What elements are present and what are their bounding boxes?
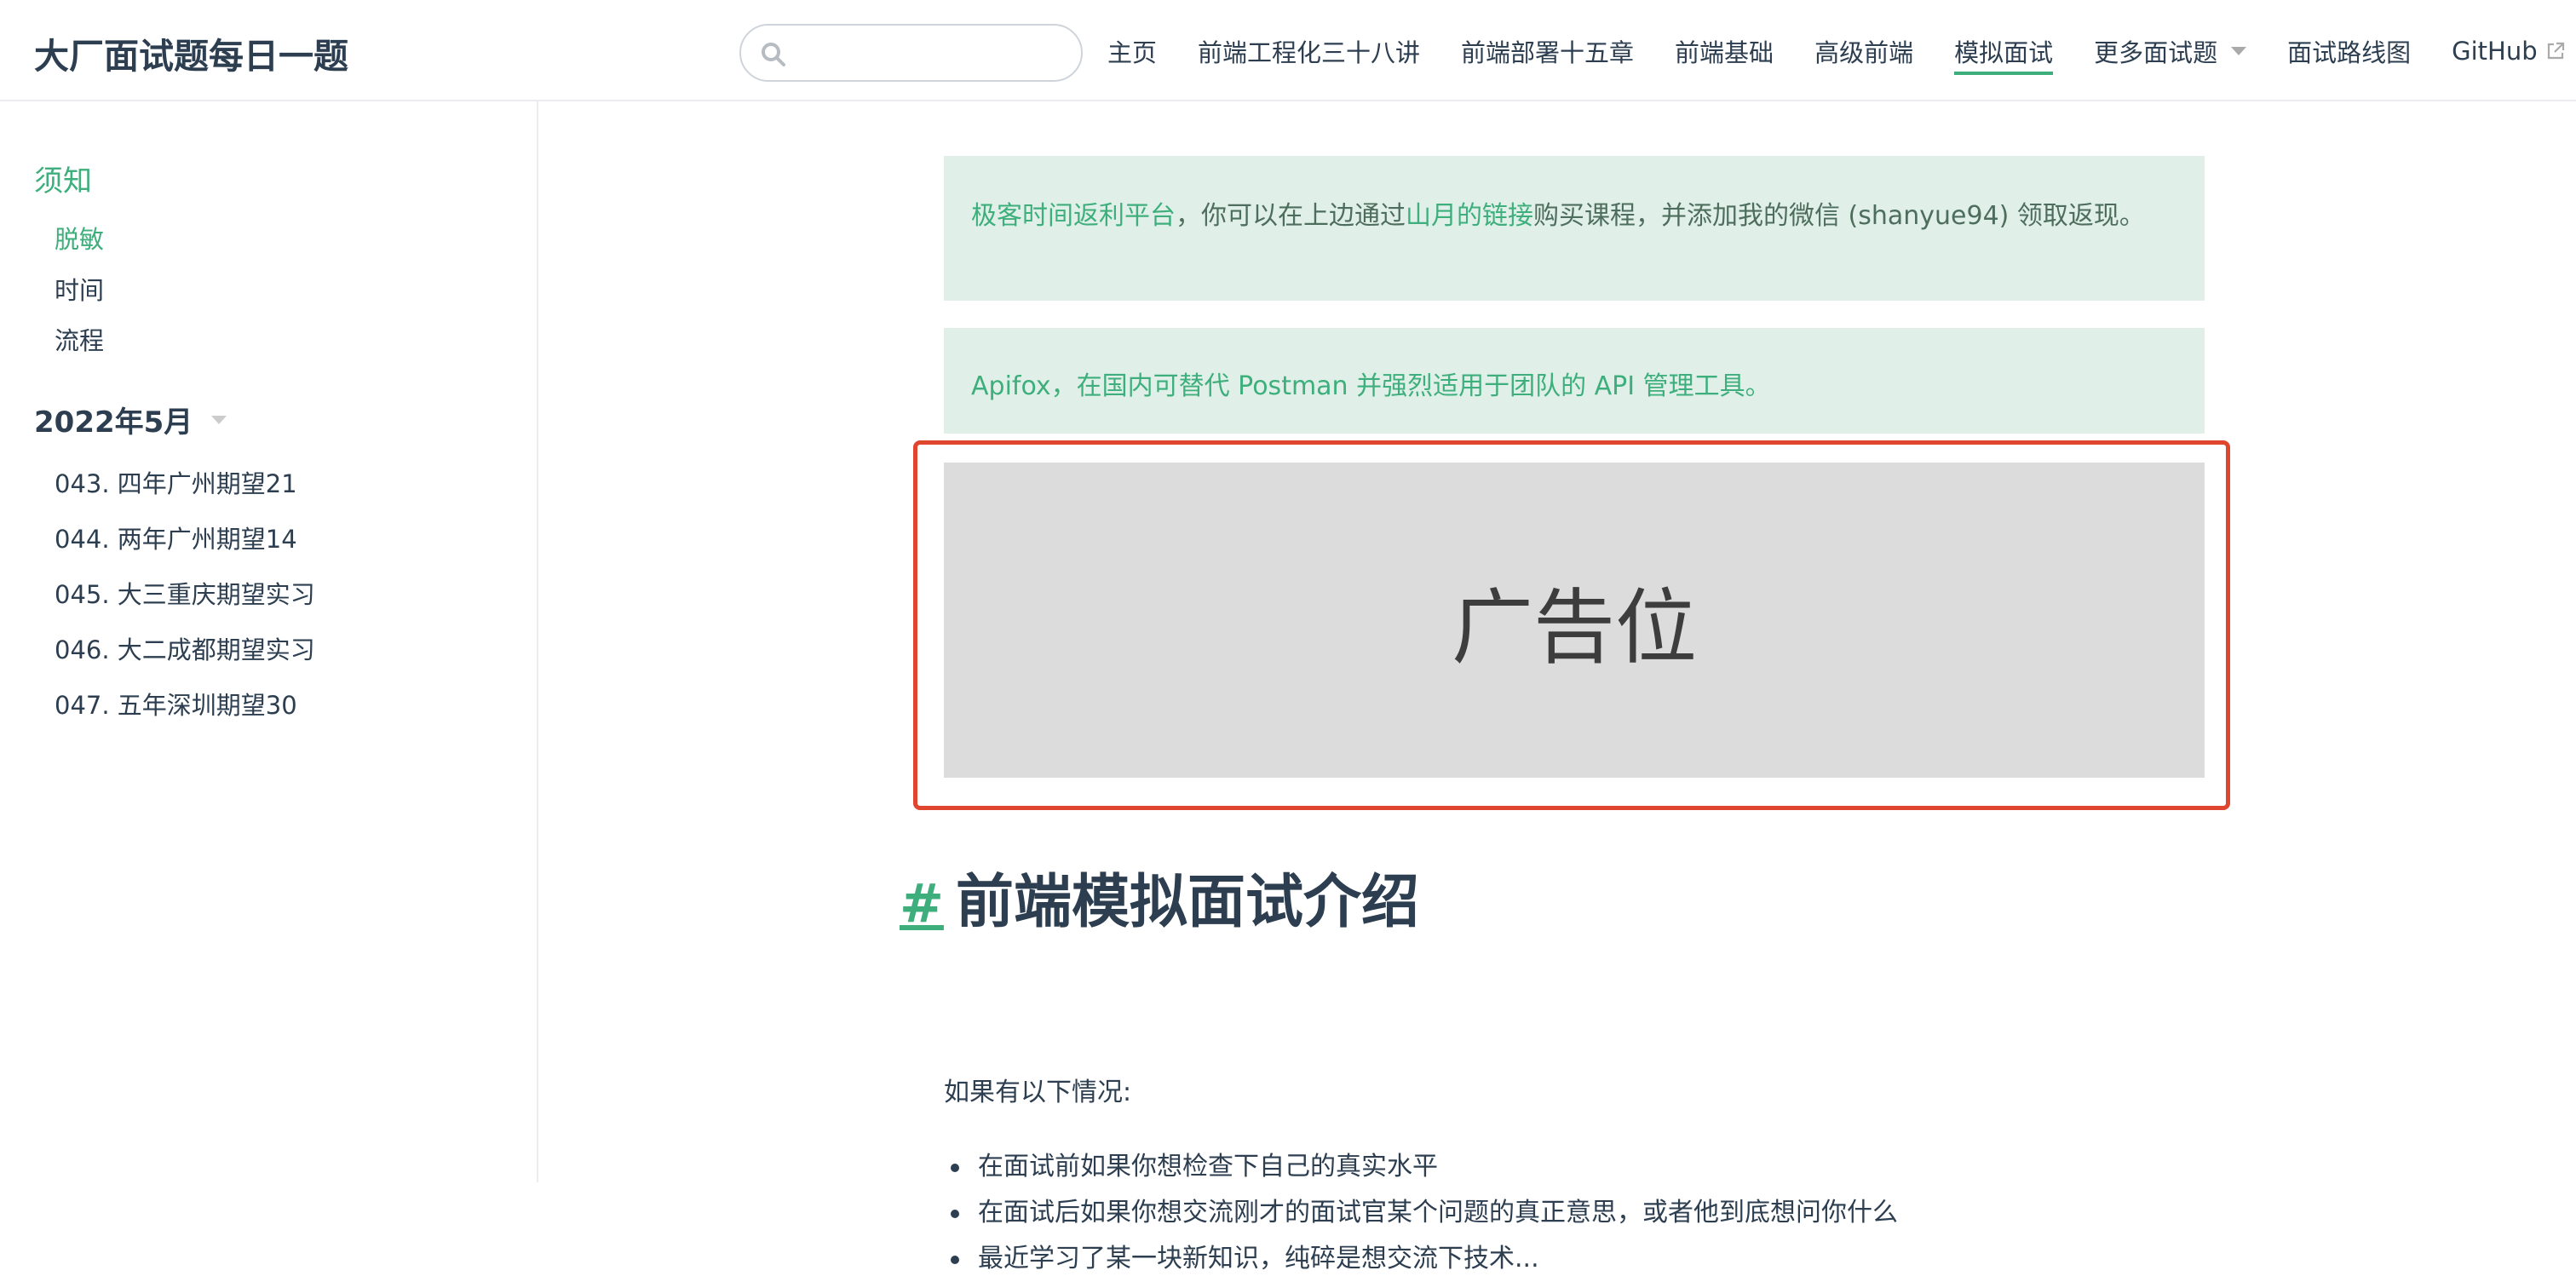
nav-more-questions-label: 更多面试题: [2094, 33, 2217, 69]
sidebar-item-047[interactable]: 047. 五年深圳期望30: [55, 686, 297, 721]
chevron-down-icon: [2231, 47, 2246, 55]
nav-frontend-basics[interactable]: 前端基础: [1675, 26, 1774, 77]
nav-github[interactable]: GitHub: [2452, 26, 2565, 77]
sidebar-item-desensitize[interactable]: 脱敏: [55, 220, 104, 256]
nav-advanced-frontend[interactable]: 高级前端: [1814, 26, 1913, 77]
tip-text: ，你可以在上边通过: [1176, 201, 1406, 231]
search-box[interactable]: [739, 24, 1083, 82]
sidebar-item-time[interactable]: 时间: [55, 271, 104, 307]
list-item: 在面试前如果你想检查下自己的真实水平: [944, 1144, 1898, 1190]
heading-anchor[interactable]: #: [900, 872, 944, 934]
site-title[interactable]: 大厂面试题每日一题: [34, 27, 348, 78]
tip-text: 购买课程，并添加我的微信 (shanyue94) 领取返现。: [1533, 201, 2145, 231]
page-title: 前端模拟面试介绍: [956, 854, 1419, 939]
sidebar-item-043[interactable]: 043. 四年广州期望21: [55, 464, 297, 500]
link-apifox[interactable]: Apifox，在国内可替代 Postman 并强烈适用于团队的 API 管理工具…: [971, 371, 1771, 401]
bullet-list: 在面试前如果你想检查下自己的真实水平 在面试后如果你想交流刚才的面试官某个问题的…: [944, 1144, 1898, 1282]
nav-github-label: GitHub: [2452, 37, 2538, 66]
nav-frontend-deploy[interactable]: 前端部署十五章: [1461, 26, 1634, 77]
nav-home[interactable]: 主页: [1107, 26, 1157, 77]
search-input[interactable]: [796, 32, 1068, 73]
ad-placeholder[interactable]: 广告位: [944, 463, 2205, 778]
page-heading: # 前端模拟面试介绍: [900, 854, 1419, 939]
external-link-icon: [2546, 42, 2565, 60]
link-shanyue[interactable]: 山月的链接: [1406, 201, 1533, 231]
sidebar-item-045[interactable]: 045. 大三重庆期望实习: [55, 575, 315, 611]
tip-geektime: 极客时间返利平台，你可以在上边通过山月的链接购买课程，并添加我的微信 (shan…: [944, 156, 2205, 301]
nav-mock-interview[interactable]: 模拟面试: [1954, 26, 2053, 77]
search-icon: [760, 41, 787, 68]
sidebar-section-title: 2022年5月: [34, 399, 193, 440]
sidebar-section-toggle[interactable]: 2022年5月: [34, 399, 227, 440]
list-item: 在面试后如果你想交流刚才的面试官某个问题的真正意思，或者他到底想问你什么: [944, 1190, 1898, 1236]
chevron-down-icon: [211, 416, 227, 424]
sidebar-group-title[interactable]: 须知: [34, 158, 92, 199]
sidebar-item-044[interactable]: 044. 两年广州期望14: [55, 520, 297, 555]
nav-links: 主页 前端工程化三十八讲 前端部署十五章 前端基础 高级前端 模拟面试 更多面试…: [1107, 0, 2576, 101]
link-geektime-rebate[interactable]: 极客时间返利平台: [971, 201, 1176, 231]
sidebar-item-046[interactable]: 046. 大二成都期望实习: [55, 630, 315, 666]
navbar: 大厂面试题每日一题 主页 前端工程化三十八讲 前端部署十五章 前端基础 高级前端…: [0, 0, 2576, 101]
sidebar: 须知 脱敏 时间 流程 2022年5月 043. 四年广州期望21 044. 两…: [0, 101, 538, 1182]
nav-frontend-engineering[interactable]: 前端工程化三十八讲: [1198, 26, 1420, 77]
nav-more-questions[interactable]: 更多面试题: [2094, 26, 2246, 77]
sidebar-item-process[interactable]: 流程: [55, 321, 104, 357]
nav-roadmap[interactable]: 面试路线图: [2287, 26, 2411, 77]
tip-apifox: Apifox，在国内可替代 Postman 并强烈适用于团队的 API 管理工具…: [944, 328, 2205, 434]
intro-paragraph: 如果有以下情况:: [944, 1071, 1131, 1108]
list-item: 最近学习了某一块新知识，纯碎是想交流下技术...: [944, 1236, 1898, 1282]
main-content: 极客时间返利平台，你可以在上边通过山月的链接购买课程，并添加我的微信 (shan…: [538, 101, 2576, 1182]
